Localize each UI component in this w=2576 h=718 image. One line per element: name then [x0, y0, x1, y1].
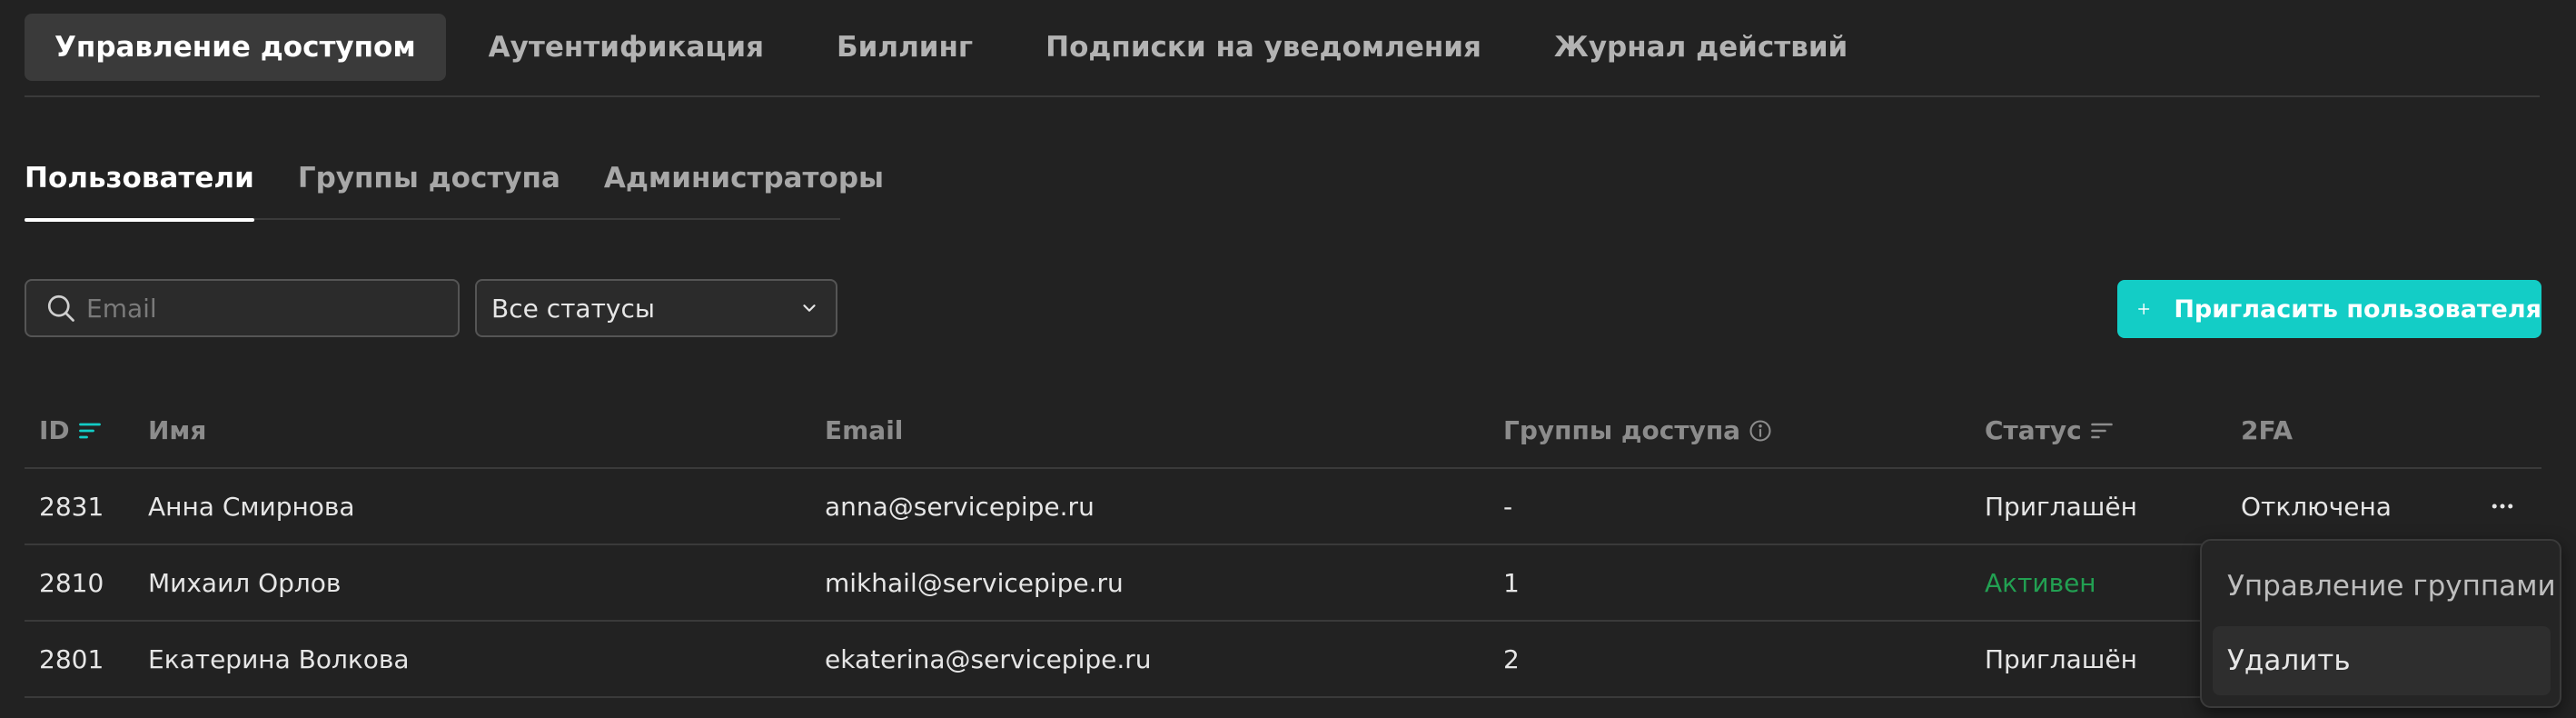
cell-email: ekaterina@servicepipe.ru [825, 643, 1152, 674]
cell-groups: 1 [1503, 567, 1520, 598]
tab-billing[interactable]: Биллинг [807, 14, 1003, 81]
sort-icon [78, 423, 101, 438]
row-actions-menu: Управление группами Удалить [2200, 539, 2561, 708]
search-field[interactable] [25, 279, 460, 337]
cell-groups: - [1503, 491, 1513, 522]
table-row[interactable]: 2801 Екатерина Волкова ekaterina@service… [25, 622, 2541, 698]
info-icon[interactable] [1748, 418, 1773, 444]
users-table: ID Имя Email Группы доступа Статус 2FA 2… [25, 394, 2541, 698]
table-header: ID Имя Email Группы доступа Статус 2FA [25, 394, 2541, 469]
search-input[interactable] [86, 293, 431, 324]
tab-access-groups[interactable]: Группы доступа [298, 155, 560, 220]
sort-icon [2090, 423, 2113, 438]
cell-id: 2801 [39, 643, 104, 674]
more-horizontal-icon [2492, 504, 2513, 509]
cell-name: Екатерина Волкова [148, 643, 410, 674]
cell-2fa: Отключена [2241, 491, 2392, 522]
tab-access-management[interactable]: Управление доступом [25, 14, 446, 81]
cell-email: anna@servicepipe.ru [825, 491, 1095, 522]
tab-users[interactable]: Пользователи [25, 155, 254, 222]
column-status-label: Статус [1985, 415, 2082, 445]
column-id-label: ID [39, 415, 70, 445]
column-email: Email [825, 415, 904, 445]
table-row[interactable]: 2810 Михаил Орлов mikhail@servicepipe.ru… [25, 545, 2541, 622]
search-icon [47, 294, 74, 322]
tab-notification-subscriptions[interactable]: Подписки на уведомления [1016, 14, 1511, 81]
invite-user-label: Пригласить пользователя [2174, 294, 2541, 324]
invite-user-button[interactable]: Пригласить пользователя [2117, 280, 2541, 338]
column-2fa: 2FA [2241, 415, 2294, 445]
cell-id: 2810 [39, 567, 104, 598]
column-groups: Группы доступа [1503, 394, 1773, 467]
menu-item-manage-groups[interactable]: Управление группами [2213, 552, 2556, 621]
cell-status: Активен [1985, 567, 2096, 598]
cell-id: 2831 [39, 491, 104, 522]
cell-status: Приглашён [1985, 491, 2137, 522]
chevron-down-icon [803, 304, 816, 312]
tab-authentication[interactable]: Аутентификация [459, 14, 794, 81]
cell-groups: 2 [1503, 643, 1520, 674]
column-id[interactable]: ID [39, 394, 103, 467]
status-filter-select[interactable]: Все статусы [475, 279, 837, 337]
status-filter-value: Все статусы [491, 293, 655, 324]
column-name: Имя [148, 415, 207, 445]
cell-name: Михаил Орлов [148, 567, 342, 598]
tab-administrators[interactable]: Администраторы [604, 155, 884, 220]
cell-name: Анна Смирнова [148, 491, 355, 522]
menu-item-delete[interactable]: Удалить [2213, 626, 2551, 695]
column-groups-label: Группы доступа [1503, 415, 1741, 445]
cell-email: mikhail@servicepipe.ru [825, 567, 1124, 598]
more-actions-button[interactable] [2489, 469, 2516, 543]
column-status[interactable]: Статус [1985, 394, 2115, 467]
cell-status: Приглашён [1985, 643, 2137, 674]
plus-icon [2138, 303, 2150, 315]
table-row[interactable]: 2831 Анна Смирнова anna@servicepipe.ru -… [25, 469, 2541, 545]
top-tabs: Управление доступом Аутентификация Билли… [25, 14, 2540, 97]
tab-activity-log[interactable]: Журнал действий [1524, 14, 1878, 81]
sub-tabs: Пользователи Группы доступа Администрато… [25, 155, 884, 222]
